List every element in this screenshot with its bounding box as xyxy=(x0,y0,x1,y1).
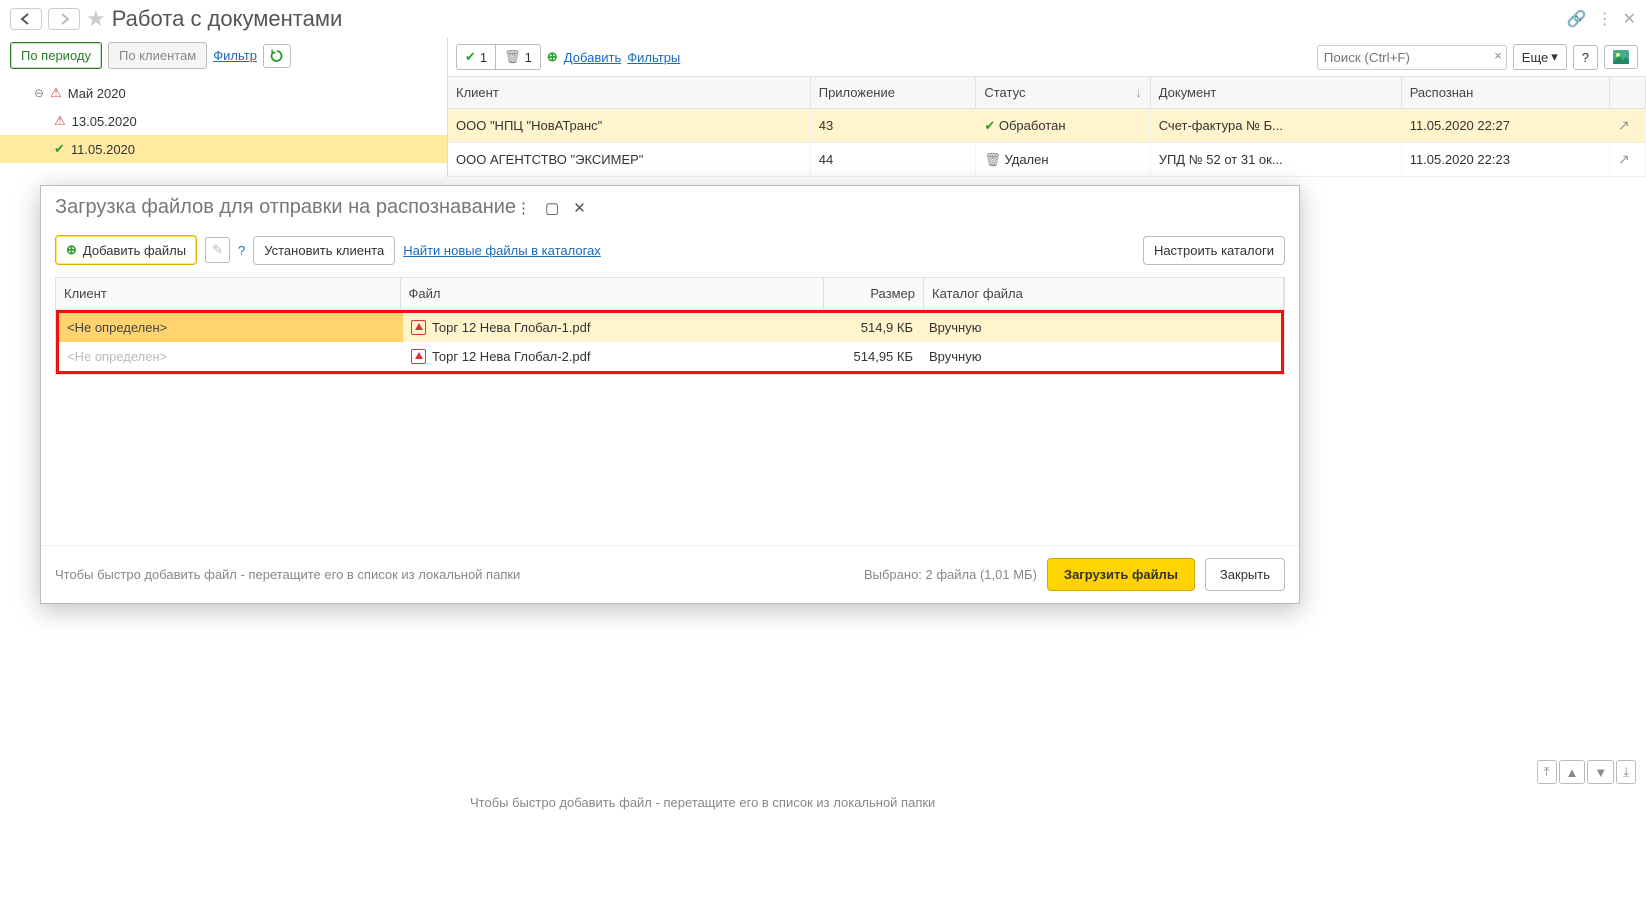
modal-hint: Чтобы быстро добавить файл - перетащите … xyxy=(55,567,520,582)
tree-date-1-label: 13.05.2020 xyxy=(72,114,137,129)
open-icon[interactable]: ↗ xyxy=(1618,151,1630,167)
favorite-star-icon[interactable]: ★ xyxy=(86,6,106,32)
setup-catalogs-button[interactable]: Настроить каталоги xyxy=(1143,236,1285,265)
warning-icon: ⚠ xyxy=(50,85,62,101)
warning-icon: ⚠ xyxy=(54,113,66,129)
scroll-top-icon[interactable]: ⤒ xyxy=(1537,760,1557,784)
table-row[interactable]: ООО АГЕНТСТВО "ЭКСИМЕР" 44 🗑 Удален УПД … xyxy=(448,143,1646,177)
trash-icon: 🗑 xyxy=(984,152,1001,167)
close-icon[interactable]: ✕ xyxy=(1623,9,1636,29)
modal-close-icon[interactable]: ✕ xyxy=(573,199,586,217)
ok-counter[interactable]: ✔1 xyxy=(457,45,496,69)
modal-maximize-icon[interactable]: ▢ xyxy=(545,199,559,217)
left-toolbar: По периоду По клиентам Фильтр xyxy=(0,38,447,73)
add-files-button[interactable]: ⊕ Добавить файлы xyxy=(55,235,197,265)
trash-icon: 🗑 xyxy=(504,49,521,65)
collapse-icon[interactable]: ⊖ xyxy=(34,86,44,100)
plus-icon: ⊕ xyxy=(547,49,558,65)
modal-title: Загрузка файлов для отправки на распозна… xyxy=(55,196,516,219)
tab-clients[interactable]: По клиентам xyxy=(108,42,207,69)
fcol-file[interactable]: Файл xyxy=(400,278,824,310)
picture-button[interactable] xyxy=(1604,45,1638,69)
trash-counter[interactable]: 🗑1 xyxy=(496,45,540,69)
search-box: × xyxy=(1317,45,1507,70)
col-client[interactable]: Клиент xyxy=(448,77,810,109)
date-tree: ⊖ ⚠ Май 2020 ⚠ 13.05.2020 ✔ 11.05.2020 xyxy=(0,73,447,163)
ok-icon: ✔ xyxy=(984,118,995,133)
help-button[interactable]: ? xyxy=(1573,45,1598,70)
modal-help-button[interactable]: ? xyxy=(238,243,245,258)
sort-desc-icon: ↓ xyxy=(1135,85,1142,100)
fcol-client[interactable]: Клиент xyxy=(56,278,400,310)
pencil-button[interactable]: ✎ xyxy=(205,237,230,263)
tree-date-2[interactable]: ✔ 11.05.2020 xyxy=(0,135,447,163)
kebab-menu-icon[interactable]: ⋮ xyxy=(1597,9,1613,29)
table-row[interactable]: ООО "НПЦ "НовАТранс" 43 ✔ Обработан Счет… xyxy=(448,109,1646,143)
fcol-size[interactable]: Размер xyxy=(824,278,924,310)
scroll-down-icon[interactable]: ▼ xyxy=(1587,760,1614,784)
nav-back-button[interactable] xyxy=(10,8,42,30)
col-attach[interactable]: Приложение xyxy=(810,77,976,109)
fcol-cat[interactable]: Каталог файла xyxy=(924,278,1284,310)
scroll-bottom-icon[interactable]: ⤓ xyxy=(1616,760,1636,784)
more-button[interactable]: Еще▾ xyxy=(1513,44,1567,70)
titlebar: ★ Работа с документами 🔗 ⋮ ✕ xyxy=(0,0,1646,38)
documents-table: Клиент Приложение Статус↓ Документ Распо… xyxy=(448,77,1646,177)
scroll-up-icon[interactable]: ▲ xyxy=(1559,760,1586,784)
pdf-icon xyxy=(411,349,426,364)
tree-date-1[interactable]: ⚠ 13.05.2020 xyxy=(0,107,447,135)
file-table: Клиент Файл Размер Каталог файла xyxy=(56,278,1284,310)
page-hint: Чтобы быстро добавить файл - перетащите … xyxy=(470,795,935,810)
ok-icon: ✔ xyxy=(54,141,65,157)
upload-modal: Загрузка файлов для отправки на распозна… xyxy=(40,185,1300,604)
set-client-button[interactable]: Установить клиента xyxy=(253,236,395,265)
filter-link[interactable]: Фильтр xyxy=(213,48,257,63)
col-doc[interactable]: Документ xyxy=(1150,77,1401,109)
ok-icon: ✔ xyxy=(465,49,476,65)
file-rows-highlight: <Не определен> Торг 12 Нева Глобал-1.pdf… xyxy=(56,310,1284,374)
tree-month[interactable]: ⊖ ⚠ Май 2020 xyxy=(0,79,447,107)
file-row[interactable]: <Не определен> Торг 12 Нева Глобал-1.pdf… xyxy=(59,313,1281,342)
right-toolbar: ✔1 🗑1 ⊕ Добавить Фильтры × Еще▾ ? xyxy=(448,38,1646,77)
search-input[interactable] xyxy=(1317,45,1507,70)
close-button[interactable]: Закрыть xyxy=(1205,558,1285,591)
nav-forward-button[interactable] xyxy=(48,8,80,30)
selection-info: Выбрано: 2 файла (1,01 МБ) xyxy=(864,567,1037,582)
open-icon[interactable]: ↗ xyxy=(1618,117,1630,133)
tree-month-label: Май 2020 xyxy=(68,86,126,101)
refresh-button[interactable] xyxy=(263,44,291,68)
modal-kebab-icon[interactable]: ⋮ xyxy=(516,199,531,217)
add-link[interactable]: Добавить xyxy=(564,50,621,65)
pdf-icon xyxy=(411,320,426,335)
link-icon[interactable]: 🔗 xyxy=(1567,9,1587,29)
clear-search-icon[interactable]: × xyxy=(1494,48,1502,63)
scroll-nav: ⤒ ▲ ▼ ⤓ xyxy=(1537,760,1636,784)
page-title: Работа с документами xyxy=(112,6,343,32)
tree-date-2-label: 11.05.2020 xyxy=(71,142,135,157)
status-counters: ✔1 🗑1 xyxy=(456,44,541,70)
upload-button[interactable]: Загрузить файлы xyxy=(1047,558,1195,591)
plus-icon: ⊕ xyxy=(66,242,77,258)
filters-link[interactable]: Фильтры xyxy=(627,50,680,65)
file-row[interactable]: <Не определен> Торг 12 Нева Глобал-2.pdf… xyxy=(59,342,1281,371)
tab-period[interactable]: По периоду xyxy=(10,42,102,69)
chevron-down-icon: ▾ xyxy=(1551,49,1558,65)
col-recognized[interactable]: Распознан xyxy=(1401,77,1609,109)
find-new-files-link[interactable]: Найти новые файлы в каталогах xyxy=(403,243,601,258)
col-status[interactable]: Статус↓ xyxy=(976,77,1150,109)
